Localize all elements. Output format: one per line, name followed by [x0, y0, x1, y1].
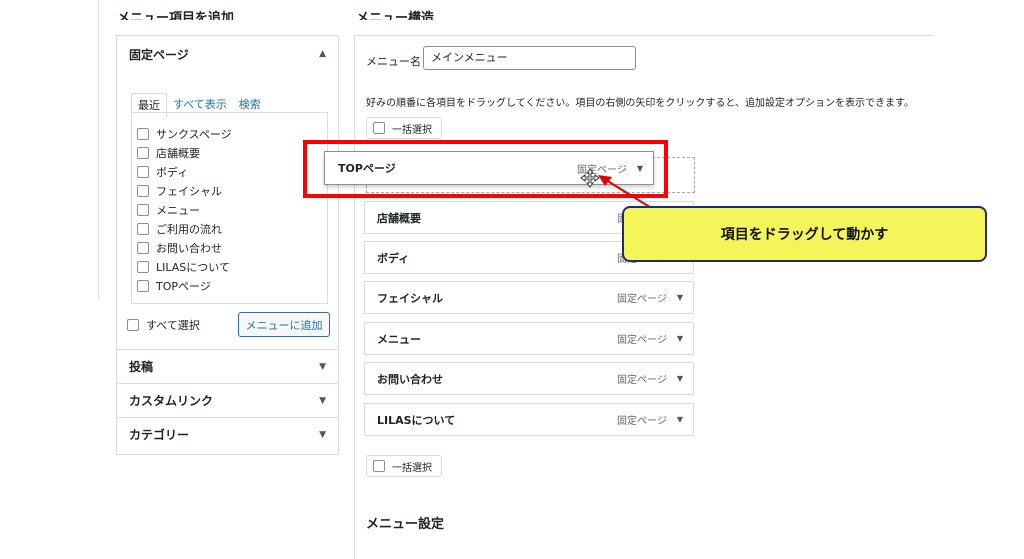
menu-item[interactable]: フェイシャル 固定ページ ▼ [364, 281, 694, 314]
categories-section-header[interactable]: カテゴリー ▼ [117, 417, 338, 451]
pages-section-header[interactable]: 固定ページ ▲ [117, 36, 338, 72]
page-checkbox[interactable] [137, 241, 149, 254]
list-item[interactable]: メニュー [137, 200, 232, 219]
custom-links-section-title: カスタムリンク [129, 394, 214, 408]
menu-item-title: 店舗概要 [377, 211, 421, 225]
list-item[interactable]: フェイシャル [137, 181, 232, 200]
page-checkbox[interactable] [137, 260, 149, 273]
bulk-select-label: 一括選択 [392, 462, 432, 474]
list-item[interactable]: LILASについて [137, 257, 232, 276]
instruction-callout: 項目をドラッグして動かす [622, 206, 987, 262]
menu-item-type: 固定ページ [617, 375, 667, 386]
add-menu-items-heading: メニュー項目を追加 [117, 11, 235, 20]
highlight-frame [303, 140, 668, 198]
pages-section-title: 固定ページ [129, 47, 189, 62]
page-label: フェイシャル [156, 184, 222, 198]
add-to-menu-button[interactable]: メニューに追加 [238, 312, 330, 337]
posts-section-title: 投稿 [129, 360, 154, 374]
page-label: TOPページ [156, 279, 211, 293]
chevron-down-icon[interactable]: ▼ [677, 415, 683, 424]
bulk-select-label: 一括選択 [392, 124, 432, 136]
drag-instructions: 好みの順番に各項目をドラッグしてください。項目の右側の矢印をクリックすると、追加… [366, 98, 914, 109]
page-label: LILASについて [156, 260, 230, 274]
page-label: ご利用の流れ [156, 222, 222, 236]
chevron-down-icon[interactable]: ▼ [319, 396, 326, 406]
chevron-down-icon[interactable]: ▼ [319, 430, 326, 440]
page-checkbox[interactable] [137, 127, 149, 140]
more-sections: 投稿 ▼ カスタムリンク ▼ カテゴリー ▼ [117, 349, 338, 451]
menu-name-input[interactable]: メインメニュー [423, 46, 636, 70]
custom-links-section-header[interactable]: カスタムリンク ▼ [117, 383, 338, 417]
bulk-select-bottom[interactable]: 一括選択 [366, 455, 442, 477]
list-item[interactable]: ボディ [137, 162, 232, 181]
page-label: メニュー [156, 203, 200, 217]
menu-item-type: 固定ページ [617, 294, 667, 305]
menu-item[interactable]: LILASについて 固定ページ ▼ [364, 403, 694, 436]
page-edge-line [98, 0, 99, 300]
list-item[interactable]: TOPページ [137, 276, 232, 295]
bulk-select-checkbox[interactable] [373, 122, 385, 134]
pages-checklist: サンクスページ 店舗概要 ボディ フェイシャル メニュー ご利用の流れ お問い合… [137, 124, 232, 295]
chevron-down-icon[interactable]: ▼ [319, 362, 326, 372]
select-all-checkbox[interactable] [127, 319, 139, 331]
menu-item-title: お問い合わせ [377, 372, 443, 386]
menu-item-type: 固定ページ [617, 335, 667, 346]
list-item[interactable]: ご利用の流れ [137, 219, 232, 238]
menu-item[interactable]: メニュー 固定ページ ▼ [364, 322, 694, 355]
menu-settings-heading: メニュー設定 [366, 517, 445, 532]
menu-item-title: ボディ [377, 251, 410, 265]
page-checkbox[interactable] [137, 165, 149, 178]
menu-item-title: LILASについて [377, 413, 456, 427]
select-all-pages[interactable]: すべて選択 [127, 317, 200, 333]
select-all-label: すべて選択 [146, 319, 200, 332]
page-checkbox[interactable] [137, 146, 149, 159]
list-item[interactable]: 店舗概要 [137, 143, 232, 162]
page-label: ボディ [156, 165, 189, 179]
page-label: お問い合わせ [156, 241, 222, 255]
list-item[interactable]: サンクスページ [137, 124, 232, 143]
chevron-down-icon[interactable]: ▼ [677, 374, 683, 383]
page-checkbox[interactable] [137, 184, 149, 197]
list-item[interactable]: お問い合わせ [137, 238, 232, 257]
bulk-select-top[interactable]: 一括選択 [366, 117, 442, 139]
page-label: 店舗概要 [156, 146, 200, 160]
page-checkbox[interactable] [137, 279, 149, 292]
add-menu-items-panel: 固定ページ ▲ 最近 すべて表示 検索 サンクスページ 店舗概要 ボディ フェイ… [116, 35, 339, 455]
page-checkbox[interactable] [137, 203, 149, 216]
posts-section-header[interactable]: 投稿 ▼ [117, 349, 338, 383]
menu-item-title: メニュー [377, 332, 421, 346]
collapse-icon[interactable]: ▲ [319, 49, 326, 59]
menu-structure-heading: メニュー構造 [356, 11, 435, 20]
menu-item-type: 固定ページ [617, 416, 667, 427]
page-checkbox[interactable] [137, 222, 149, 235]
menu-name-label: メニュー名 [366, 55, 421, 68]
categories-section-title: カテゴリー [129, 428, 190, 442]
chevron-down-icon[interactable]: ▼ [677, 293, 683, 302]
chevron-down-icon[interactable]: ▼ [677, 334, 683, 343]
page-label: サンクスページ [156, 127, 232, 141]
menu-item-title: フェイシャル [377, 291, 443, 305]
menu-item[interactable]: お問い合わせ 固定ページ ▼ [364, 362, 694, 395]
menu-settings-cutoff [366, 539, 926, 543]
bulk-select-checkbox[interactable] [373, 460, 385, 472]
menu-structure-panel: メニュー名 メインメニュー 好みの順番に各項目をドラッグしてください。項目の右側… [354, 35, 934, 559]
